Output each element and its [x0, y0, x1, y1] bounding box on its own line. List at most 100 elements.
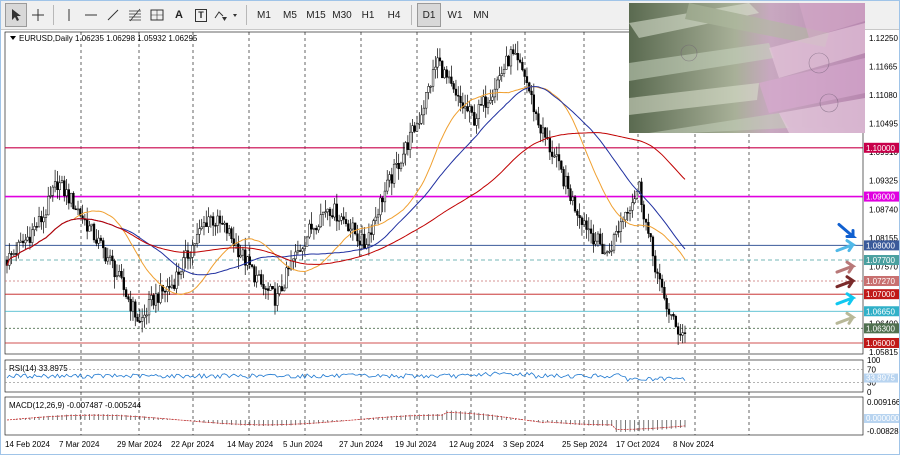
candle-body — [237, 243, 240, 258]
candle-body — [17, 242, 20, 255]
trendline-tool[interactable] — [102, 3, 124, 27]
candle-body — [457, 94, 460, 97]
candle-body — [173, 284, 176, 289]
candle-body — [454, 88, 458, 96]
timeframe-w1[interactable]: W1 — [443, 3, 467, 27]
vertical-line-tool[interactable] — [58, 3, 80, 27]
candle-body — [411, 125, 414, 133]
candle-body — [367, 232, 371, 245]
level-tag-label: 1.08000 — [866, 241, 895, 250]
candle-body — [605, 251, 609, 254]
candle-body — [573, 196, 577, 212]
candle-body — [381, 197, 384, 203]
candle-body — [209, 216, 213, 218]
candle-body — [150, 295, 153, 300]
candle-body — [113, 260, 116, 278]
candle-body — [466, 106, 469, 112]
date-label: 14 Feb 2024 — [5, 440, 50, 449]
candle-body — [628, 210, 632, 214]
candle-body — [296, 250, 300, 253]
candle-body — [283, 287, 286, 292]
cursor-tool[interactable] — [5, 3, 27, 27]
candle-body — [360, 233, 364, 246]
channel-icon — [150, 9, 164, 21]
candle-body — [571, 196, 574, 201]
timeframe-h4[interactable]: H4 — [382, 3, 406, 27]
candle-body — [198, 228, 201, 235]
crosshair-tool[interactable] — [27, 3, 49, 27]
candle-body — [179, 271, 183, 275]
candle-body — [31, 229, 34, 243]
timeframe-m30[interactable]: M30 — [330, 3, 354, 27]
fibonacci-tool[interactable] — [124, 3, 146, 27]
candle-body — [452, 83, 455, 90]
text-tool[interactable]: A — [168, 3, 190, 27]
candle-body — [86, 219, 89, 232]
candle-body — [331, 215, 334, 218]
date-label: 12 Aug 2024 — [449, 440, 494, 449]
timeframe-mn[interactable]: MN — [469, 3, 493, 27]
candle-body — [195, 234, 199, 245]
candle-body — [225, 222, 229, 234]
text-label-tool[interactable]: T — [190, 3, 212, 27]
candle-body — [230, 228, 233, 240]
candle-body — [463, 106, 467, 109]
candle-body — [221, 222, 224, 225]
candle-body — [69, 192, 73, 204]
candle-body — [479, 104, 483, 106]
toolbar-separator — [411, 5, 412, 25]
candle-body — [415, 123, 419, 132]
candle-body — [562, 169, 565, 187]
candle-body — [473, 112, 476, 126]
candle-body — [679, 333, 682, 336]
candle-body — [425, 92, 428, 109]
channel-tool[interactable] — [146, 3, 168, 27]
candle-body — [413, 125, 416, 132]
rsi-tag-label: 33.8975 — [866, 374, 895, 383]
candle-body — [681, 332, 684, 336]
candle-body — [340, 216, 343, 221]
date-label: 7 Mar 2024 — [59, 440, 100, 449]
candle-body — [207, 216, 210, 227]
candle-body — [608, 250, 611, 253]
timeframe-m15[interactable]: M15 — [304, 3, 328, 27]
level-tag-label: 1.07270 — [866, 277, 895, 286]
candle-body — [631, 202, 634, 211]
candle-body — [441, 60, 444, 79]
candle-body — [537, 113, 540, 126]
money-photo-image — [629, 3, 865, 133]
candle-body — [408, 131, 412, 150]
candle-body — [392, 163, 396, 184]
candle-body — [610, 249, 613, 252]
horizontal-line-tool[interactable] — [80, 3, 102, 27]
price-label: 1.10495 — [869, 120, 898, 129]
candle-body — [388, 174, 391, 181]
candle-body — [253, 266, 256, 283]
crosshair-icon — [32, 9, 44, 21]
candle-body — [486, 102, 490, 108]
candle-body — [422, 107, 426, 116]
price-label: 1.08740 — [869, 205, 898, 214]
shapes-dropdown[interactable] — [212, 3, 242, 27]
candle-body — [170, 284, 174, 288]
timeframe-m1[interactable]: M1 — [252, 3, 276, 27]
candle-body — [624, 212, 627, 221]
candle-body — [246, 256, 249, 266]
candle-body — [683, 332, 687, 334]
candle-body — [95, 239, 98, 244]
candle-body — [280, 286, 284, 292]
candle-body — [273, 288, 277, 306]
candle-body — [489, 100, 492, 104]
candle-body — [672, 314, 675, 317]
candle-body — [136, 316, 139, 322]
timeframe-m5[interactable]: M5 — [278, 3, 302, 27]
candle-body — [257, 274, 261, 276]
timeframe-h1[interactable]: H1 — [356, 3, 380, 27]
candle-body — [596, 233, 600, 242]
candle-body — [516, 53, 519, 61]
candle-body — [264, 288, 267, 290]
candle-body — [564, 175, 568, 187]
candle-body — [498, 75, 501, 81]
candle-body — [431, 69, 435, 87]
timeframe-d1[interactable]: D1 — [417, 3, 441, 27]
